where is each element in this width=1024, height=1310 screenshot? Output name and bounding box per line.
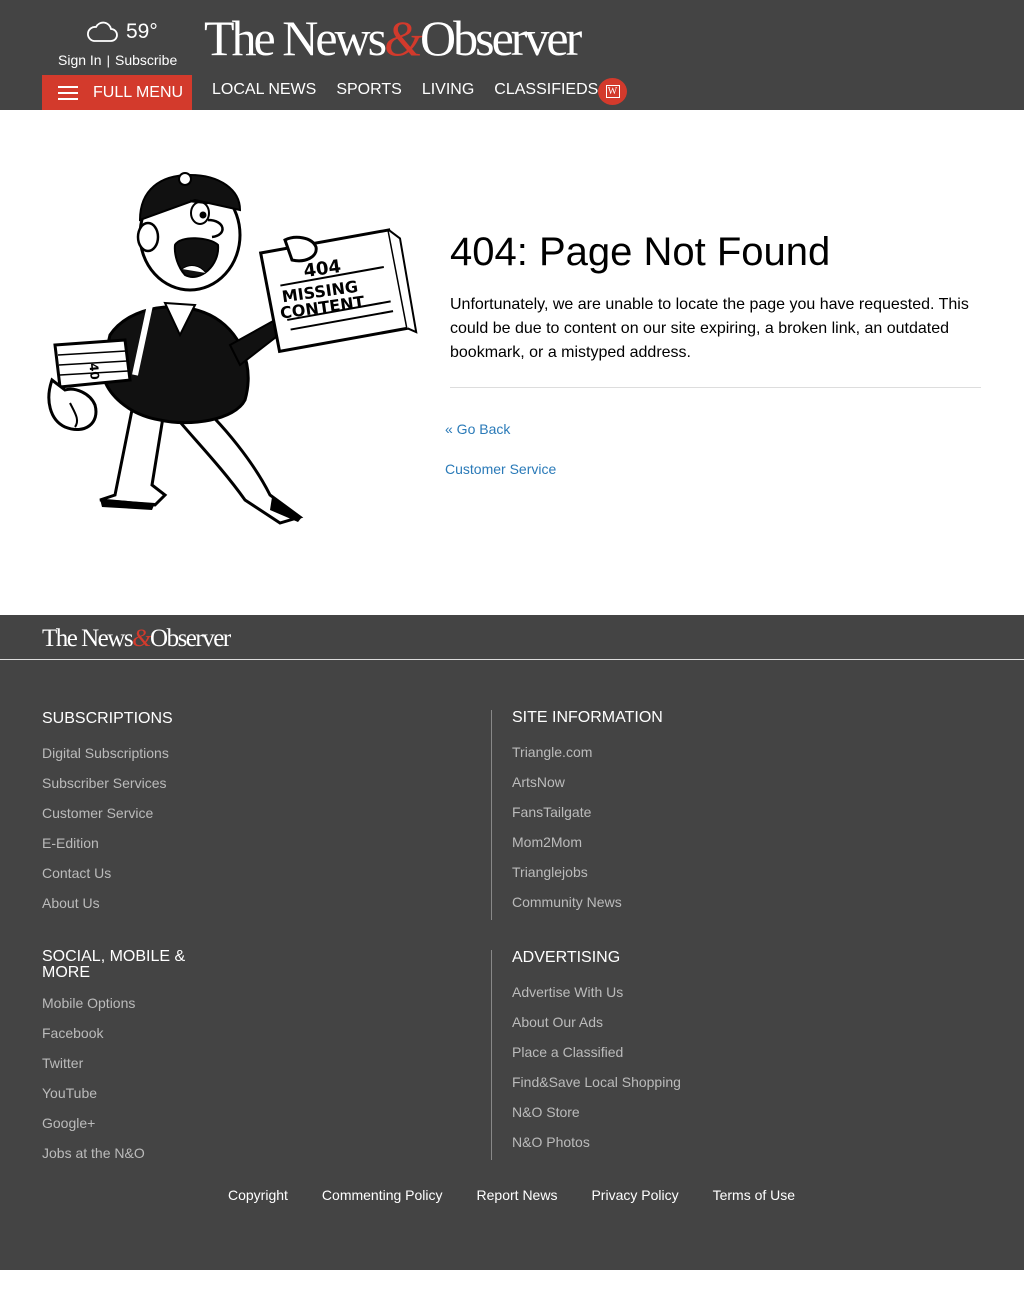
weather-temperature: 59°	[126, 20, 158, 43]
site-information-column: SITE INFORMATION Triangle.com ArtsNow Fa…	[491, 710, 663, 920]
list-item: Twitter	[42, 1055, 202, 1085]
nav-sports[interactable]: SPORTS	[336, 81, 402, 99]
account-links: Sign In | Subscribe	[58, 52, 177, 68]
site-information-heading: SITE INFORMATION	[512, 709, 663, 726]
subscriptions-heading: SUBSCRIPTIONS	[42, 710, 173, 727]
advertising-heading: ADVERTISING	[512, 949, 621, 966]
social-column: SOCIAL, MOBILE & MORE Mobile Options Fac…	[42, 949, 202, 1175]
w-badge-icon[interactable]: W	[598, 78, 627, 105]
site-logo[interactable]: The News&Observer	[204, 8, 582, 68]
list-item: Find&Save Local Shopping	[512, 1074, 681, 1104]
commenting-policy-link[interactable]: Commenting Policy	[322, 1187, 443, 1203]
full-menu-label: FULL MENU	[93, 83, 184, 101]
footer-link[interactable]: Customer Service	[42, 805, 153, 821]
list-item: ArtsNow	[512, 774, 663, 804]
footer-link[interactable]: YouTube	[42, 1085, 97, 1101]
account-separator: |	[106, 52, 110, 68]
list-item: FansTailgate	[512, 804, 663, 834]
list-item: Mom2Mom	[512, 834, 663, 864]
privacy-policy-link[interactable]: Privacy Policy	[591, 1187, 678, 1203]
footer-link[interactable]: Subscriber Services	[42, 775, 167, 791]
footer-link[interactable]: Google+	[42, 1115, 95, 1131]
list-item: About Us	[42, 895, 173, 925]
w-badge-letter: W	[605, 85, 620, 98]
hamburger-icon	[58, 85, 78, 100]
content-divider	[450, 387, 981, 388]
list-item: E-Edition	[42, 835, 173, 865]
terms-of-use-link[interactable]: Terms of Use	[713, 1187, 795, 1203]
footer-link[interactable]: Place a Classified	[512, 1044, 623, 1060]
footer-logo-ampersand: &	[132, 625, 151, 652]
footer-logo-text-2: Observer	[150, 625, 231, 652]
list-item: YouTube	[42, 1085, 202, 1115]
list-item: Google+	[42, 1115, 202, 1145]
advertising-column: ADVERTISING Advertise With Us About Our …	[491, 950, 681, 1160]
footer-link[interactable]: About Us	[42, 895, 100, 911]
footer-link[interactable]: N&O Store	[512, 1104, 580, 1120]
list-item: Subscriber Services	[42, 775, 173, 805]
footer-link[interactable]: Mobile Options	[42, 995, 135, 1011]
site-header: 59° Sign In | Subscribe The News&Observe…	[0, 0, 1024, 110]
footer-link[interactable]: Twitter	[42, 1055, 83, 1071]
footer-bottom-links: Copyright Commenting Policy Report News …	[228, 1187, 829, 1203]
list-item: N&O Photos	[512, 1134, 681, 1164]
footer-link[interactable]: FansTailgate	[512, 804, 591, 820]
site-footer: The News&Observer SUBSCRIPTIONS Digital …	[0, 615, 1024, 1270]
list-item: Facebook	[42, 1025, 202, 1055]
report-news-link[interactable]: Report News	[477, 1187, 558, 1203]
logo-ampersand: &	[384, 10, 423, 66]
list-item: N&O Store	[512, 1104, 681, 1134]
list-item: About Our Ads	[512, 1014, 681, 1044]
nav-local-news[interactable]: LOCAL NEWS	[212, 81, 316, 99]
footer-link[interactable]: Trianglejobs	[512, 864, 588, 880]
footer-link[interactable]: Community News	[512, 894, 622, 910]
subscriptions-column: SUBSCRIPTIONS Digital Subscriptions Subs…	[42, 711, 173, 925]
full-menu-button[interactable]: FULL MENU	[42, 75, 192, 110]
list-item: Digital Subscriptions	[42, 745, 173, 775]
error-description: Unfortunately, we are unable to locate t…	[450, 296, 969, 361]
svg-text:40: 40	[86, 363, 101, 381]
list-item: Community News	[512, 894, 663, 924]
footer-link[interactable]: Advertise With Us	[512, 984, 623, 1000]
list-item: Customer Service	[42, 805, 173, 835]
list-item: Contact Us	[42, 865, 173, 895]
footer-link[interactable]: Mom2Mom	[512, 834, 582, 850]
page-title: 404: Page Not Found	[450, 230, 831, 274]
footer-link[interactable]: Triangle.com	[512, 744, 592, 760]
list-item: Place a Classified	[512, 1044, 681, 1074]
footer-link[interactable]: Find&Save Local Shopping	[512, 1074, 681, 1090]
footer-link[interactable]: Facebook	[42, 1025, 103, 1041]
newsboy-illustration: 40 404 MISSING CONTENT	[47, 172, 418, 525]
footer-link[interactable]: Digital Subscriptions	[42, 745, 169, 761]
customer-service-link[interactable]: Customer Service	[445, 461, 556, 477]
logo-text-2: Observer	[420, 10, 582, 66]
primary-nav: LOCAL NEWS SPORTS LIVING CLASSIFIEDS	[212, 81, 618, 99]
subscribe-link[interactable]: Subscribe	[115, 52, 177, 68]
list-item: Trianglejobs	[512, 864, 663, 894]
footer-link[interactable]: E-Edition	[42, 835, 99, 851]
footer-link[interactable]: Jobs at the N&O	[42, 1145, 145, 1161]
list-item: Triangle.com	[512, 744, 663, 774]
social-heading: SOCIAL, MOBILE & MORE	[42, 948, 186, 981]
logo-text-1: The News	[204, 10, 387, 66]
list-item: Advertise With Us	[512, 984, 681, 1014]
footer-link[interactable]: ArtsNow	[512, 774, 565, 790]
sign-in-link[interactable]: Sign In	[58, 52, 102, 68]
nav-living[interactable]: LIVING	[422, 81, 474, 99]
footer-link[interactable]: N&O Photos	[512, 1134, 590, 1150]
footer-divider	[0, 659, 1024, 660]
list-item: Mobile Options	[42, 995, 202, 1025]
footer-link[interactable]: About Our Ads	[512, 1014, 603, 1030]
footer-logo-text-1: The News	[42, 625, 134, 652]
go-back-link[interactable]: « Go Back	[445, 421, 510, 437]
copyright-link[interactable]: Copyright	[228, 1187, 288, 1203]
cloud-icon	[87, 21, 118, 42]
weather-widget[interactable]: 59°	[86, 20, 158, 44]
footer-logo[interactable]: The News&Observer	[42, 625, 231, 653]
nav-classifieds[interactable]: CLASSIFIEDS	[494, 81, 598, 99]
list-item: Jobs at the N&O	[42, 1145, 202, 1175]
footer-link[interactable]: Contact Us	[42, 865, 111, 881]
